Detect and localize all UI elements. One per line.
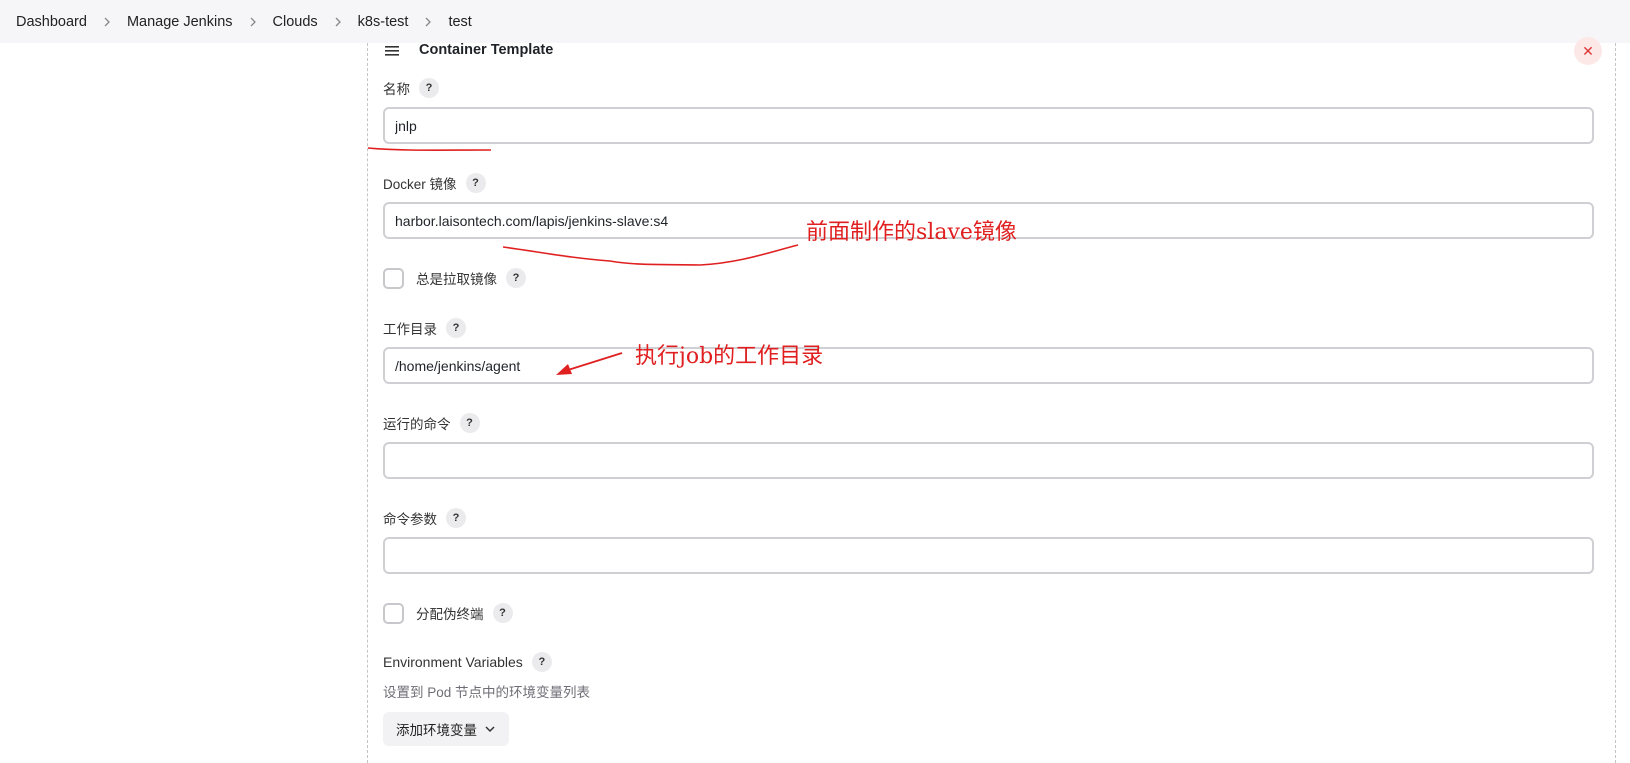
- always-pull-label-text: 总是拉取镜像: [416, 272, 497, 287]
- env-vars-label-text: Environment Variables: [383, 654, 523, 670]
- chevron-right-icon: [102, 17, 112, 27]
- tty-checkbox[interactable]: [383, 603, 404, 624]
- always-pull-checkbox[interactable]: [383, 268, 404, 289]
- help-icon[interactable]: ?: [531, 652, 552, 672]
- command-field-label: 运行的命令 ?: [383, 413, 480, 433]
- docker-image-label-text: Docker 镜像: [383, 177, 457, 192]
- working-dir-field-label: 工作目录 ?: [383, 318, 466, 338]
- help-icon[interactable]: ?: [446, 318, 466, 338]
- close-icon[interactable]: ✕: [1574, 37, 1602, 65]
- help-icon[interactable]: ?: [446, 508, 466, 528]
- help-icon[interactable]: ?: [492, 603, 513, 623]
- env-vars-field-label: Environment Variables ?: [383, 652, 552, 672]
- annotation-slave-image: 前面制作的slave镜像: [806, 220, 1017, 245]
- tty-label-text: 分配伪终端: [416, 607, 484, 622]
- command-input[interactable]: [383, 442, 1594, 479]
- name-field-label: 名称 ?: [383, 78, 439, 98]
- args-field-label: 命令参数 ?: [383, 508, 466, 528]
- add-env-var-button[interactable]: 添加环境变量: [383, 712, 509, 746]
- breadcrumb-clouds[interactable]: Clouds: [273, 14, 318, 30]
- help-icon[interactable]: ?: [419, 78, 439, 98]
- drag-handle-icon[interactable]: [384, 44, 400, 58]
- name-input[interactable]: [383, 107, 1594, 144]
- env-vars-description: 设置到 Pod 节点中的环境变量列表: [383, 685, 591, 700]
- name-label-text: 名称: [383, 82, 410, 97]
- help-icon[interactable]: ?: [506, 268, 526, 288]
- help-icon[interactable]: ?: [459, 413, 480, 433]
- annotation-work-dir: 执行job的工作目录: [635, 344, 824, 369]
- docker-image-field-label: Docker 镜像 ?: [383, 173, 486, 193]
- working-dir-label-text: 工作目录: [383, 322, 437, 337]
- container-template-panel: [367, 43, 1616, 763]
- working-dir-input[interactable]: [383, 347, 1594, 384]
- breadcrumb: Dashboard Manage Jenkins Clouds k8s-test…: [0, 0, 1630, 43]
- chevron-down-icon: [485, 725, 495, 732]
- command-label-text: 运行的命令: [383, 417, 451, 432]
- help-icon[interactable]: ?: [465, 173, 486, 193]
- breadcrumb-dashboard[interactable]: Dashboard: [16, 14, 87, 30]
- always-pull-field-label: 总是拉取镜像 ?: [416, 268, 526, 288]
- args-label-text: 命令参数: [383, 512, 437, 527]
- chevron-right-icon: [333, 17, 343, 27]
- tty-field-label: 分配伪终端 ?: [416, 603, 513, 623]
- panel-title: Container Template: [419, 42, 554, 58]
- breadcrumb-manage-jenkins[interactable]: Manage Jenkins: [127, 14, 233, 30]
- add-env-var-label: 添加环境变量: [396, 723, 477, 738]
- chevron-right-icon: [248, 17, 258, 27]
- chevron-right-icon: [423, 17, 433, 27]
- breadcrumb-test[interactable]: test: [448, 14, 471, 30]
- args-input[interactable]: [383, 537, 1594, 574]
- breadcrumb-k8s-test[interactable]: k8s-test: [358, 14, 409, 30]
